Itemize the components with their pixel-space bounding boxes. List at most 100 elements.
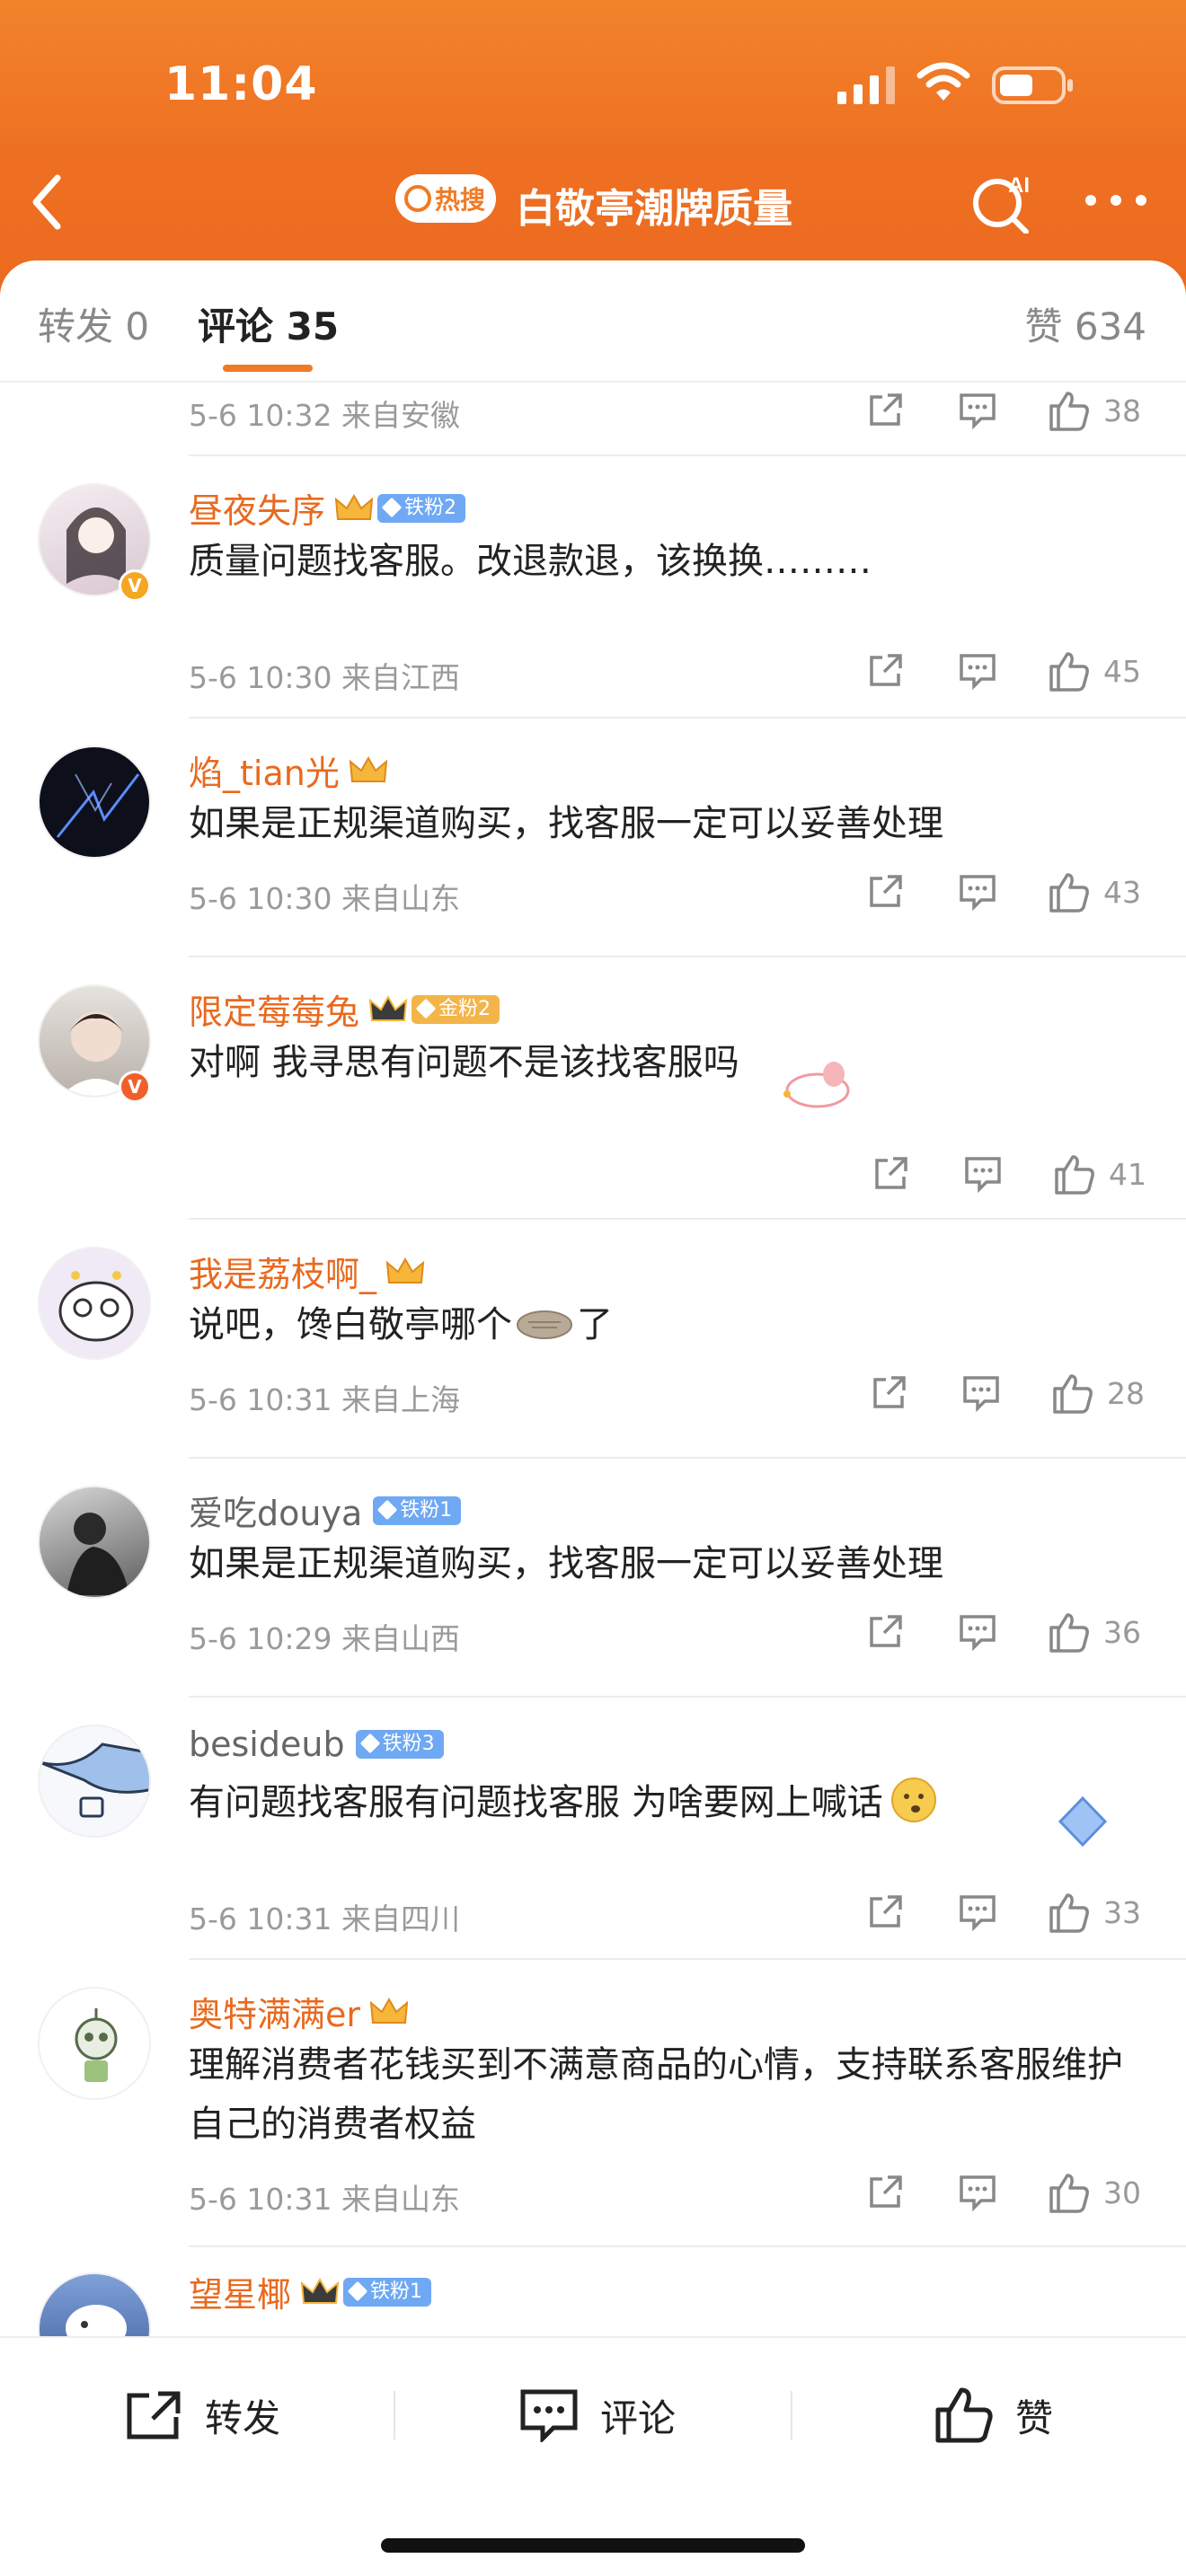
comment-icon[interactable] [958,1893,997,1931]
username[interactable]: 焰_tian光 [189,745,388,795]
comment-meta: 5-6 10:31 来自上海 [189,1382,460,1417]
share-icon[interactable] [866,873,904,911]
tab-repost[interactable]: 转发 0 [38,296,149,351]
comment-icon[interactable] [963,1155,1003,1193]
avatar[interactable] [38,1247,151,1360]
comment-text: 如果是正规渠道购买，找客服一定可以妥善处理 [189,803,943,844]
home-indicator[interactable] [381,2538,805,2553]
ai-search-icon[interactable]: AI [970,169,1035,234]
cellular-signal-icon [837,66,895,104]
comment-meta: 5-6 10:29 来自山西 [189,1621,460,1656]
comment-list[interactable]: 5-6 10:32 来自安徽 38 V 昼夜失序 铁粉2 质量问题找客服。改退款… [0,383,1186,2336]
comment-text: 质量问题找客服。改退款退，该换换……… [178,532,1141,602]
crown-icon [368,994,408,1021]
avatar[interactable] [38,1486,151,1599]
comment-actions: 45 [866,648,1150,693]
comment-text: 有问题找客服有问题找客服 为啥要网上喊话 [178,1773,1141,1843]
more-options-icon[interactable] [1084,190,1148,210]
share-icon[interactable] [866,1893,904,1931]
bottom-repost-button[interactable]: 转发 [124,2384,280,2447]
like-count: 38 [1103,393,1141,428]
avatar[interactable] [38,1725,151,1838]
divider [189,956,1186,957]
username[interactable]: 昼夜失序 铁粉2 [189,483,466,533]
verified-badge-icon: V [119,569,151,602]
wifi-icon [916,62,970,101]
avatar[interactable] [38,2272,151,2336]
avatar[interactable] [38,745,151,859]
comment-text: 如果是正规渠道购买，找客服一定可以妥善处理 [189,1543,943,1584]
comment-icon[interactable] [958,1613,997,1651]
rabbit-decoration-icon [783,1062,850,1108]
crown-icon [349,755,388,782]
like-icon[interactable] [1051,1372,1094,1414]
like-count: 41 [1109,1156,1146,1192]
like-icon[interactable] [1048,1611,1091,1653]
like-count: 45 [1103,653,1141,689]
comment-actions: 43 [866,869,1150,914]
tab-like[interactable]: 赞 634 [1024,296,1146,351]
comment-actions: 30 [866,2170,1150,2215]
share-icon[interactable] [870,1374,907,1412]
divider [189,2245,1186,2247]
flatbread-emoji-icon [517,1310,572,1339]
bottom-comment-button[interactable]: 评论 [519,2384,676,2447]
active-tab-indicator [223,365,313,372]
username[interactable]: 爱吃douya 铁粉1 [189,1486,462,1535]
username[interactable]: besideub 铁粉3 [189,1725,444,1764]
comment-actions: 33 [866,1890,1150,1935]
comment-icon[interactable] [958,2174,997,2211]
comment-meta: 5-6 10:30 来自江西 [189,660,460,695]
like-count: 36 [1103,1614,1141,1650]
comment-meta: 5-6 10:32 来自安徽 [189,398,460,433]
share-icon[interactable] [866,1613,904,1651]
divider [189,1696,1186,1698]
diamond-decoration-icon [1058,1795,1108,1848]
share-icon[interactable] [872,1155,909,1193]
comment-icon [520,2389,578,2442]
like-count: 43 [1103,874,1141,910]
fan-badge: 金粉2 [412,994,500,1024]
share-icon[interactable] [866,392,904,429]
comment-text: 理解消费者花钱买到不满意商品的心情，支持联系客服维护自己的消费者权益 [189,2044,1123,2145]
like-count: 30 [1103,2175,1141,2210]
comment-text: 说吧，馋白敬亭哪个了 [189,1304,613,1345]
comment-actions: 36 [866,1610,1150,1654]
divider [189,454,1186,456]
comment-meta: 5-6 10:31 来自山东 [189,2182,460,2217]
comment-icon[interactable] [958,873,997,911]
comment-meta: 5-6 10:30 来自山东 [189,881,460,916]
comment-icon[interactable] [961,1374,1001,1412]
username[interactable]: 望星椰 铁粉1 [189,2267,432,2316]
like-icon[interactable] [1048,390,1091,431]
like-count: 33 [1103,1894,1141,1930]
comment-icon[interactable] [958,652,997,690]
like-icon[interactable] [1048,1892,1091,1933]
like-icon[interactable] [1048,2172,1091,2213]
comment-meta: 5-6 10:31 来自四川 [189,1901,460,1936]
username[interactable]: 奥特满满er [189,1987,409,2036]
crown-icon [369,1997,409,2024]
like-icon[interactable] [1048,650,1091,692]
comment-actions: 41 [872,1151,1155,1196]
comment-actions: 38 [866,388,1150,433]
crown-icon [300,2277,340,2304]
like-icon[interactable] [1053,1153,1096,1195]
avatar[interactable] [38,1987,151,2100]
like-icon[interactable] [1048,871,1091,913]
share-icon[interactable] [866,652,904,690]
username[interactable]: 我是荔枝啊_ [189,1247,425,1296]
fan-badge: 铁粉2 [377,493,466,523]
tab-comment[interactable]: 评论 35 [198,296,339,351]
crown-icon [334,493,374,520]
verified-badge-icon: V [119,1071,151,1103]
username[interactable]: 限定莓莓兔 金粉2 [189,984,500,1034]
bottom-like-button[interactable]: 赞 [934,2384,1053,2447]
like-icon [935,2387,993,2443]
share-icon[interactable] [866,2174,904,2211]
fan-badge: 铁粉1 [343,2277,432,2307]
battery-icon [992,66,1073,104]
status-time: 11:04 [164,57,318,111]
back-arrow-icon[interactable] [25,171,70,234]
comment-icon[interactable] [958,392,997,429]
